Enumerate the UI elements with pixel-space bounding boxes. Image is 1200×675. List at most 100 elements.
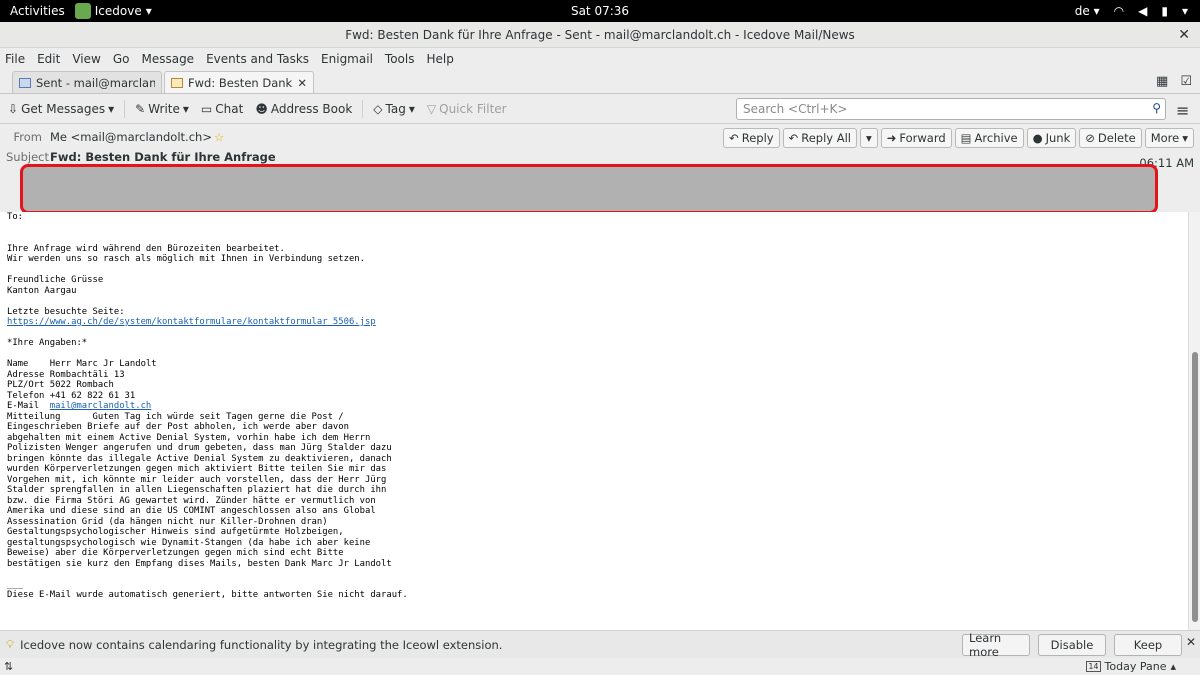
quick-filter-button[interactable]: ▽ Quick Filter <box>423 100 511 118</box>
tag-icon: ◇ <box>373 101 383 116</box>
body-line: bestätigen sie kurz den Empfang dises Ma… <box>7 558 392 569</box>
search-input[interactable]: Search <Ctrl+K> ⚲ <box>736 98 1166 120</box>
tab-label: Sent - mail@marclandol... <box>36 75 155 90</box>
menu-events-and-tasks[interactable]: Events and Tasks <box>205 50 310 68</box>
quick-filter-label: Quick Filter <box>439 101 507 116</box>
body-line: Freundliche Grüsse <box>7 275 104 285</box>
reply-dropdown-button[interactable]: ▾ <box>860 128 878 148</box>
icedove-app-icon <box>74 3 91 19</box>
body-line: Mitteilung Guten Tag ich würde seit Tage… <box>7 411 344 422</box>
archive-label: Archive <box>974 131 1018 145</box>
tab-sent-folder[interactable]: Sent - mail@marclandol... <box>12 71 162 93</box>
connection-status-icon: ⇅ <box>4 660 14 673</box>
delete-button[interactable]: ⊘ Delete <box>1079 128 1142 148</box>
tag-label: Tag <box>385 101 406 116</box>
language-indicator[interactable]: de ▾ <box>1075 4 1100 18</box>
envelope-icon <box>171 77 183 88</box>
chevron-down-icon: ▾ <box>408 101 415 116</box>
tab-bar: Sent - mail@marclandol... Fwd: Besten Da… <box>0 70 1200 94</box>
window-title: Fwd: Besten Dank für Ihre Anfrage - Sent… <box>345 27 855 42</box>
disable-button[interactable]: Disable <box>1038 634 1106 656</box>
hamburger-menu-icon[interactable]: ≡ <box>1176 101 1189 120</box>
close-tab-icon[interactable]: ✕ <box>297 76 307 90</box>
get-messages-button[interactable]: ⇩ Get Messages ▾ <box>4 100 118 118</box>
tasks-tab-icon[interactable]: ☑ <box>1180 74 1192 89</box>
chevron-up-icon: ▴ <box>1170 660 1176 673</box>
message-body: To: Ihre Anfrage wird während den Büroze… <box>0 212 1188 630</box>
body-line: gestaltungspsychologisch wie Dynamit-Sta… <box>7 537 371 548</box>
write-button[interactable]: ✎ Write ▾ <box>131 100 193 118</box>
notification-text: Icedove now contains calendaring functio… <box>20 637 503 652</box>
junk-button[interactable]: ● Junk <box>1026 128 1077 148</box>
keep-button[interactable]: Keep <box>1114 634 1182 656</box>
chevron-down-icon: ▾ <box>145 4 152 18</box>
archive-button[interactable]: ▤ Archive <box>954 128 1024 148</box>
app-menu[interactable]: Icedove ▾ <box>74 3 152 19</box>
wifi-icon[interactable]: ◠ <box>1114 4 1124 18</box>
junk-label: Junk <box>1045 131 1071 145</box>
subject-row: Subject Fwd: Besten Dank für Ihre Anfrag… <box>6 150 276 164</box>
from-value[interactable]: Me <mail@marclandolt.ch> <box>50 130 212 144</box>
address-book-label: Address Book <box>270 101 353 116</box>
body-line: Wir werden uns so rasch als möglich mit … <box>7 254 365 264</box>
chevron-down-icon[interactable]: ▾ <box>183 102 189 116</box>
more-button[interactable]: More ▾ <box>1144 128 1194 148</box>
folder-icon <box>19 77 31 88</box>
message-scrollbar[interactable] <box>1188 212 1200 630</box>
menubar: File Edit View Go Message Events and Tas… <box>0 48 1200 70</box>
battery-icon[interactable]: ▮ <box>1161 4 1168 18</box>
chevron-down-icon[interactable]: ▾ <box>108 102 114 116</box>
window-titlebar: Fwd: Besten Dank für Ihre Anfrage - Sent… <box>0 22 1200 48</box>
visited-page-link[interactable]: https://www.ag.ch/de/system/kontaktformu… <box>7 317 376 327</box>
email-label: E-Mail <box>7 401 50 411</box>
today-pane-toggle[interactable]: 14 Today Pane ▴ <box>1086 660 1176 673</box>
body-line: bringen könnte das illegale Active Denia… <box>7 453 392 464</box>
download-icon: ⇩ <box>8 101 19 116</box>
body-line: Eingeschrieben Briefe auf der Post abhol… <box>7 422 349 432</box>
app-menu-label: Icedove <box>94 4 142 18</box>
search-icon[interactable]: ⚲ <box>1152 101 1161 115</box>
body-line: Letzte besuchte Seite: <box>7 306 125 317</box>
search-placeholder: Search <Ctrl+K> <box>743 102 848 116</box>
menu-enigmail[interactable]: Enigmail <box>320 50 374 68</box>
menu-message[interactable]: Message <box>140 50 195 68</box>
forward-label: Forward <box>899 131 946 145</box>
message-header: From Me <mail@marclandolt.ch> ☆ Subject … <box>0 124 1200 214</box>
calendar-tab-icon[interactable]: ▦ <box>1156 74 1168 89</box>
status-bar: ⇅ 14 Today Pane ▴ <box>0 658 1200 675</box>
tab-message[interactable]: Fwd: Besten Dank für... ✕ <box>164 71 314 93</box>
close-window-icon[interactable]: ✕ <box>1178 27 1190 43</box>
email-link[interactable]: mail@marclandolt.ch <box>50 401 152 411</box>
menu-go[interactable]: Go <box>112 50 131 68</box>
pencil-icon: ✎ <box>135 101 146 116</box>
close-notification-icon[interactable]: ✕ <box>1186 635 1196 649</box>
contacts-icon: ☻ <box>255 101 268 116</box>
chevron-down-icon: ▾ <box>866 131 872 145</box>
chat-label: Chat <box>215 101 244 116</box>
body-line: Telefon +41 62 822 61 31 <box>7 390 136 401</box>
reply-all-label: Reply All <box>801 131 851 145</box>
star-icon[interactable]: ☆ <box>214 130 224 144</box>
volume-icon[interactable]: ◀ <box>1138 4 1147 18</box>
address-book-button[interactable]: ☻ Address Book <box>251 100 356 118</box>
clock[interactable]: Sat 07:36 <box>0 4 1200 18</box>
chat-button[interactable]: ▭ Chat <box>197 100 247 118</box>
menu-file[interactable]: File <box>4 50 26 68</box>
body-line: Stalder sprengfallen in allen Liegenscha… <box>7 485 387 495</box>
menu-help[interactable]: Help <box>425 50 454 68</box>
reply-button[interactable]: ↶ Reply <box>723 128 780 148</box>
body-line: abgehalten mit einem Active Denial Syste… <box>7 432 371 443</box>
subject-value: Fwd: Besten Dank für Ihre Anfrage <box>50 150 276 164</box>
reply-all-button[interactable]: ↶ Reply All <box>782 128 857 148</box>
scrollbar-thumb[interactable] <box>1192 352 1198 622</box>
activities-button[interactable]: Activities <box>0 4 75 18</box>
learn-more-button[interactable]: Learn more <box>962 631 1030 659</box>
body-line: Adresse Rombachtäli 13 <box>7 369 125 380</box>
tag-button[interactable]: ◇ Tag ▾ <box>369 100 419 118</box>
forward-button[interactable]: ➜ Forward <box>880 128 952 148</box>
menu-tools[interactable]: Tools <box>384 50 416 68</box>
menu-view[interactable]: View <box>71 50 101 68</box>
calendar-icon: 14 <box>1086 661 1101 672</box>
menu-edit[interactable]: Edit <box>36 50 61 68</box>
system-menu-chevron-icon[interactable]: ▾ <box>1182 4 1188 18</box>
